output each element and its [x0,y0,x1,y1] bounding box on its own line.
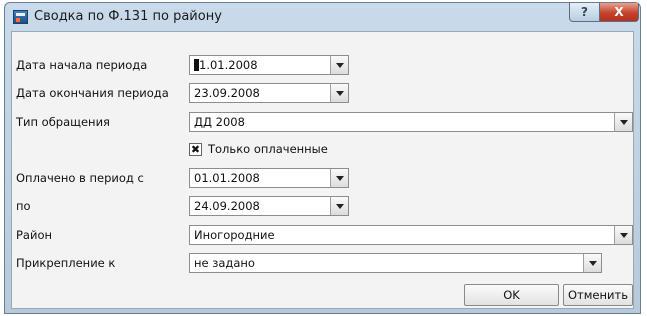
request-type-select[interactable]: ДД 2008 [189,112,633,132]
district-select[interactable]: Иногородние [189,225,633,245]
paid-from-label: Оплачено в период с [16,171,144,185]
chevron-down-icon[interactable] [330,197,348,215]
attachment-value: не задано [194,256,255,270]
paid-from-value: 01.01.2008 [194,171,260,185]
start-date-label: Дата начала периода [16,58,148,72]
attachment-label: Прикрепление к [16,256,116,270]
paid-to-label: по [16,199,31,213]
request-type-label: Тип обращения [16,115,110,129]
attachment-select[interactable]: не задано [189,253,602,273]
paid-from-field[interactable]: 01.01.2008 [189,168,349,188]
end-date-value: 23.09.2008 [194,86,260,100]
window-title: Сводка по Ф.131 по району [34,9,222,24]
chevron-down-icon[interactable] [583,254,601,272]
chevron-down-icon[interactable] [330,169,348,187]
start-date-value: 1.01.2008 [199,58,258,72]
ok-button[interactable]: OK [464,284,559,306]
district-label: Район [16,228,53,242]
end-date-field[interactable]: 23.09.2008 [189,83,349,103]
close-button[interactable]: X [599,3,639,22]
app-icon [13,10,28,24]
start-date-field[interactable]: 1.01.2008 [189,55,349,75]
chevron-down-icon[interactable] [330,84,348,102]
cancel-button[interactable]: Отменить [563,284,633,306]
dialog-window: Сводка по Ф.131 по району ? X Дата начал… [4,2,641,314]
paid-only-checkbox[interactable]: ✖ [189,143,202,156]
end-date-label: Дата окончания периода [16,86,169,100]
paid-to-value: 24.09.2008 [194,199,260,213]
chevron-down-icon[interactable] [330,56,348,74]
paid-only-label: Только оплаченные [208,142,328,156]
chevron-down-icon[interactable] [614,113,632,131]
paid-to-field[interactable]: 24.09.2008 [189,196,349,216]
title-bar[interactable]: Сводка по Ф.131 по району ? X [5,3,640,31]
district-value: Иногородние [194,228,275,242]
help-button[interactable]: ? [569,3,600,22]
chevron-down-icon[interactable] [614,226,632,244]
dialog-body: Дата начала периода 1.01.2008 Дата оконч… [11,31,634,309]
request-type-value: ДД 2008 [194,115,245,129]
start-date-value-wrap: 1.01.2008 [194,58,258,72]
